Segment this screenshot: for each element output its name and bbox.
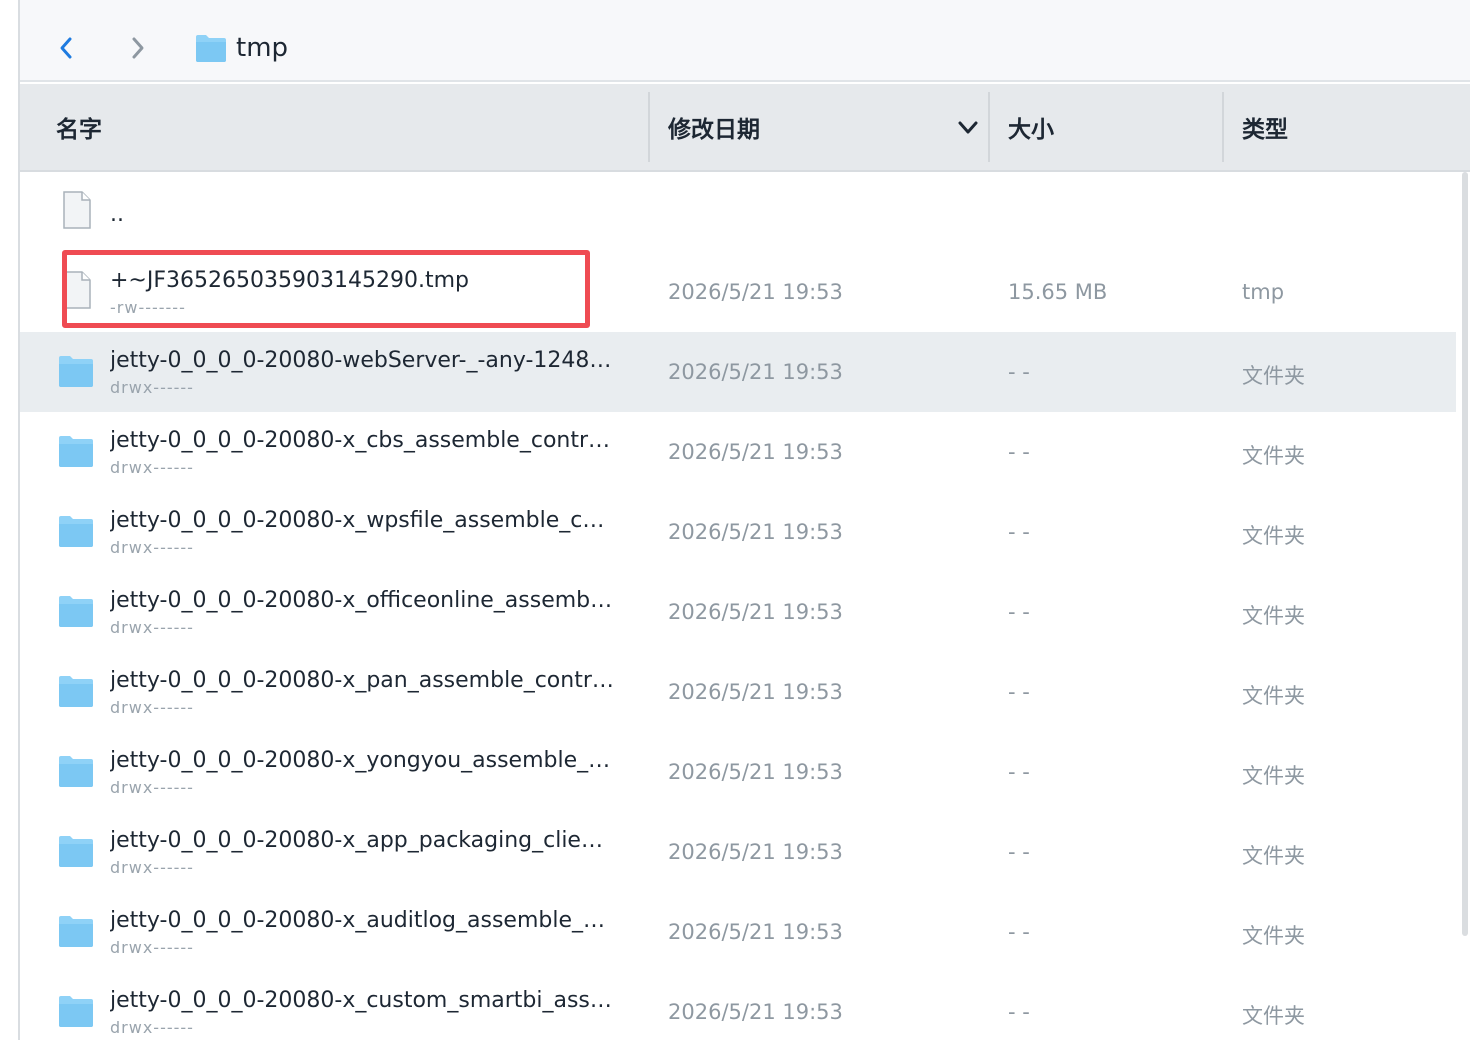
list-item-folder[interactable]: jetty-0_0_0_0-20080-x_wpsfile_assemble_c… [20, 492, 1456, 572]
current-path-title: tmp [236, 33, 289, 63]
file-type: 文件夹 [1242, 604, 1305, 628]
file-permissions: drwx------ [110, 618, 194, 637]
file-name: jetty-0_0_0_0-20080-x_cbs_assemble_contr… [110, 428, 611, 453]
folder-icon [59, 516, 93, 547]
file-type: tmp [1242, 280, 1285, 304]
file-modified-date: 2026/5/21 19:53 [668, 760, 843, 784]
file-type: 文件夹 [1242, 924, 1305, 948]
chevron-down-icon[interactable] [956, 118, 980, 138]
file-name: jetty-0_0_0_0-20080-x_auditlog_assemble_… [110, 908, 605, 933]
list-item-folder[interactable]: jetty-0_0_0_0-20080-x_yongyou_assemble_…… [20, 732, 1456, 812]
column-divider[interactable] [988, 92, 990, 162]
file-type: 文件夹 [1242, 684, 1305, 708]
forward-button[interactable] [120, 28, 156, 68]
folder-icon [196, 35, 226, 62]
file-type: 文件夹 [1242, 764, 1305, 788]
file-permissions: drwx------ [110, 538, 194, 557]
file-type: 文件夹 [1242, 524, 1305, 548]
file-permissions: drwx------ [110, 458, 194, 477]
file-icon [63, 271, 91, 309]
file-size: 15.65 MB [1008, 280, 1108, 304]
folder-icon [59, 836, 93, 867]
file-name: .. [110, 202, 124, 227]
file-modified-date: 2026/5/21 19:53 [668, 920, 843, 944]
file-permissions: drwx------ [110, 698, 194, 717]
file-modified-date: 2026/5/21 19:53 [668, 440, 843, 464]
file-name: jetty-0_0_0_0-20080-x_officeonline_assem… [110, 588, 613, 613]
file-name: jetty-0_0_0_0-20080-x_custom_smartbi_ass… [110, 988, 612, 1013]
file-type: 文件夹 [1242, 364, 1305, 388]
list-item-file[interactable]: +~JF365265035903145290.tmp -rw------- 20… [20, 252, 1456, 332]
list-item-folder[interactable]: jetty-0_0_0_0-20080-x_custom_smartbi_ass… [20, 972, 1456, 1040]
file-type: 文件夹 [1242, 1004, 1305, 1028]
folder-icon [59, 596, 93, 627]
list-item-folder[interactable]: jetty-0_0_0_0-20080-x_officeonline_assem… [20, 572, 1456, 652]
file-modified-date: 2026/5/21 19:53 [668, 1000, 843, 1024]
column-divider[interactable] [1222, 92, 1224, 162]
chevron-right-icon [132, 37, 144, 59]
list-item-folder[interactable]: jetty-0_0_0_0-20080-x_app_packaging_clie… [20, 812, 1456, 892]
file-browser-window: tmp 名字 修改日期 大小 类型 .. +~JF365265035903145… [0, 0, 1470, 1040]
folder-icon [59, 436, 93, 467]
file-permissions: drwx------ [110, 378, 194, 397]
file-name: jetty-0_0_0_0-20080-x_pan_assemble_contr… [110, 668, 614, 693]
file-modified-date: 2026/5/21 19:53 [668, 280, 843, 304]
file-name: jetty-0_0_0_0-20080-x_yongyou_assemble_… [110, 748, 611, 773]
file-size: - - [1008, 920, 1030, 944]
file-permissions: drwx------ [110, 938, 194, 957]
file-type: 文件夹 [1242, 844, 1305, 868]
file-type: 文件夹 [1242, 444, 1305, 468]
folder-icon [59, 996, 93, 1027]
column-header-size[interactable]: 大小 [1008, 84, 1222, 170]
column-header-type[interactable]: 类型 [1242, 84, 1462, 170]
folder-icon [59, 356, 93, 387]
scrollbar-thumb[interactable] [1462, 172, 1468, 936]
file-modified-date: 2026/5/21 19:53 [668, 680, 843, 704]
column-header-date[interactable]: 修改日期 [668, 84, 988, 170]
column-header-bar: 名字 修改日期 大小 类型 [20, 84, 1470, 172]
file-permissions: drwx------ [110, 858, 194, 877]
column-header-name[interactable]: 名字 [56, 84, 648, 170]
file-size: - - [1008, 520, 1030, 544]
file-size: - - [1008, 840, 1030, 864]
file-list: .. +~JF365265035903145290.tmp -rw-------… [20, 172, 1456, 1040]
back-button[interactable] [48, 28, 84, 68]
list-item-folder[interactable]: jetty-0_0_0_0-20080-webServer-_-any-1248… [20, 332, 1456, 412]
file-name: jetty-0_0_0_0-20080-webServer-_-any-1248… [110, 348, 612, 373]
list-item-folder[interactable]: jetty-0_0_0_0-20080-x_pan_assemble_contr… [20, 652, 1456, 732]
folder-icon [59, 676, 93, 707]
file-modified-date: 2026/5/21 19:53 [668, 360, 843, 384]
toolbar: tmp [20, 0, 1470, 82]
list-item-parent-directory[interactable]: .. [20, 172, 1456, 248]
folder-icon [59, 756, 93, 787]
list-item-folder[interactable]: jetty-0_0_0_0-20080-x_auditlog_assemble_… [20, 892, 1456, 972]
list-item-folder[interactable]: jetty-0_0_0_0-20080-x_cbs_assemble_contr… [20, 412, 1456, 492]
vertical-scrollbar[interactable] [1460, 172, 1470, 1040]
file-permissions: drwx------ [110, 1018, 194, 1037]
file-permissions: -rw------- [110, 298, 186, 317]
chevron-left-icon [60, 37, 72, 59]
file-size: - - [1008, 600, 1030, 624]
file-size: - - [1008, 760, 1030, 784]
file-modified-date: 2026/5/21 19:53 [668, 520, 843, 544]
file-icon [63, 191, 91, 229]
file-name: jetty-0_0_0_0-20080-x_wpsfile_assemble_c… [110, 508, 605, 533]
file-size: - - [1008, 1000, 1030, 1024]
folder-icon [59, 916, 93, 947]
file-name: +~JF365265035903145290.tmp [110, 268, 469, 293]
column-divider[interactable] [648, 92, 650, 162]
file-name: jetty-0_0_0_0-20080-x_app_packaging_clie… [110, 828, 603, 853]
file-modified-date: 2026/5/21 19:53 [668, 600, 843, 624]
file-size: - - [1008, 680, 1030, 704]
file-size: - - [1008, 440, 1030, 464]
file-size: - - [1008, 360, 1030, 384]
file-modified-date: 2026/5/21 19:53 [668, 840, 843, 864]
file-permissions: drwx------ [110, 778, 194, 797]
